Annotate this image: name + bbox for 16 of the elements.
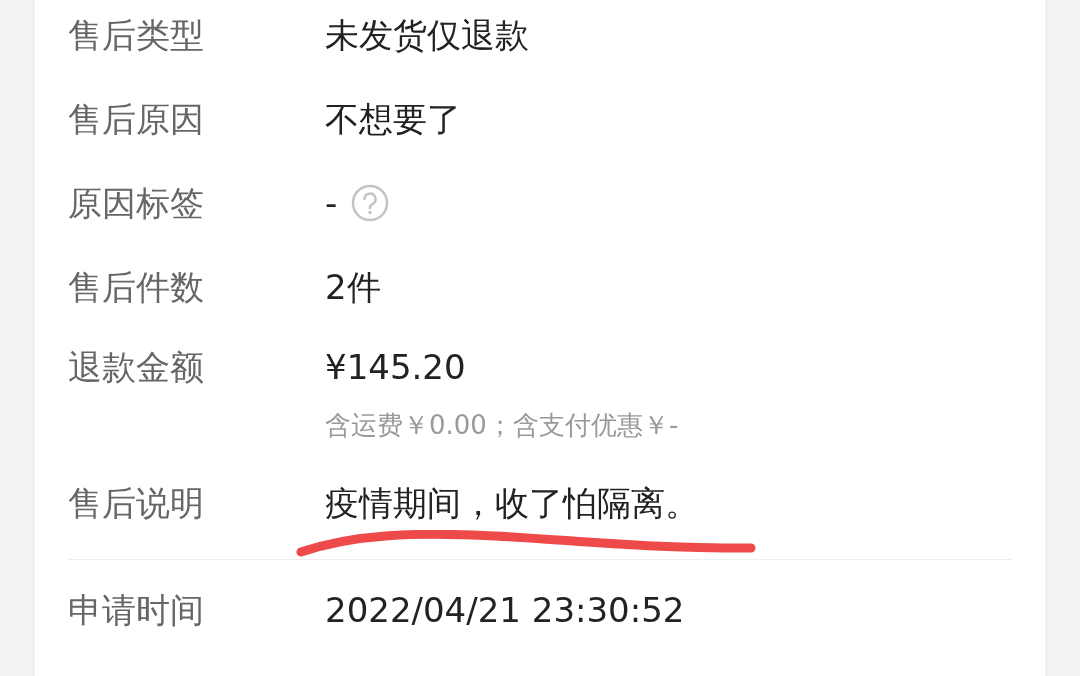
row-value: 2022/04/21 23:30:52 <box>325 589 685 630</box>
row-value: 未发货仅退款 <box>325 14 529 55</box>
refund-amount: ¥145.20 <box>325 346 467 389</box>
row-value: 疫情期间，收了怕隔离。 <box>325 482 699 523</box>
help-icon[interactable] <box>351 184 390 222</box>
amount-note: 含运费￥0.00；含支付优惠￥- <box>325 409 679 442</box>
row-label: 申请时间 <box>68 588 205 632</box>
row-label: 售后原因 <box>68 97 205 141</box>
row-value: - <box>325 181 338 225</box>
row-label: 售后说明 <box>68 481 205 525</box>
row-label: 售后件数 <box>68 265 205 309</box>
row-label: 售后类型 <box>68 13 205 57</box>
row-label: 退款金额 <box>68 346 205 389</box>
row-label: 原因标签 <box>68 181 205 225</box>
row-value: 不想要了 <box>325 98 461 139</box>
row-value: 2件 <box>325 266 381 307</box>
